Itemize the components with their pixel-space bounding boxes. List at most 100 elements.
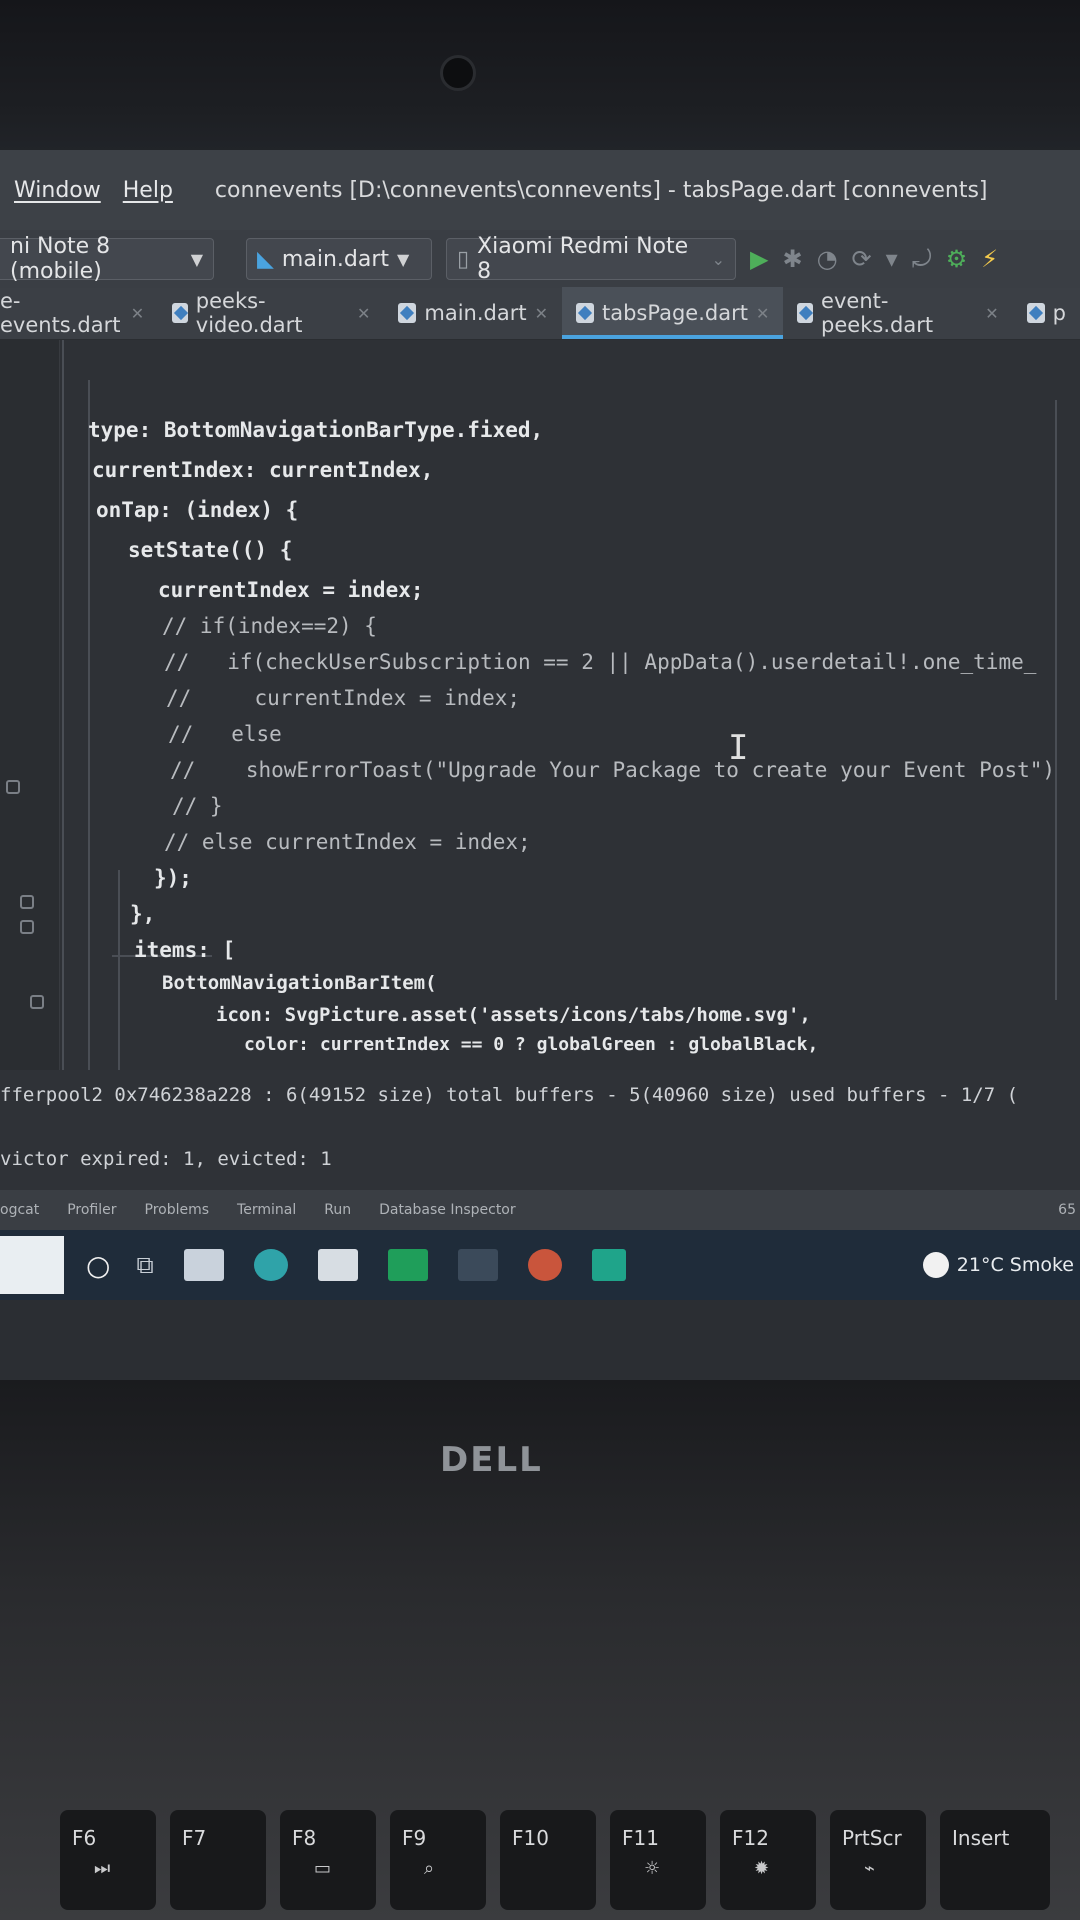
webcam bbox=[440, 55, 476, 91]
fold-icon[interactable] bbox=[20, 920, 34, 934]
close-icon[interactable]: ✕ bbox=[535, 304, 548, 323]
android-studio-icon[interactable] bbox=[457, 1249, 498, 1281]
tool-tab-logcat[interactable]: ogcat bbox=[0, 1202, 39, 1218]
code-line: // currentIndex = index; bbox=[166, 686, 521, 710]
chrome-icon[interactable] bbox=[527, 1249, 562, 1281]
dart-file-icon bbox=[172, 303, 188, 323]
key-f12[interactable]: F12 ✹ bbox=[720, 1810, 816, 1910]
ide-titlebar: Window Help connevents [D:\connevents\co… bbox=[0, 150, 1080, 230]
key-insert[interactable]: Insert bbox=[940, 1810, 1050, 1910]
tool-tab-run[interactable]: Run bbox=[324, 1202, 351, 1218]
code-line: }, bbox=[130, 902, 156, 926]
tab-event-peeks[interactable]: event-peeks.dart ✕ bbox=[783, 287, 1012, 339]
app-s-icon[interactable] bbox=[591, 1249, 626, 1281]
tab-label: tabsPage.dart bbox=[602, 301, 748, 325]
tab-peeks-video[interactable]: peeks-video.dart ✕ bbox=[158, 287, 384, 339]
target-device-combo[interactable]: ▯ Xiaomi Redmi Note 8 ⌄ bbox=[446, 234, 736, 284]
weather-widget[interactable]: 21°C Smoke bbox=[922, 1252, 1080, 1278]
tab-label: e-events.dart bbox=[0, 289, 121, 337]
indent-guide bbox=[118, 870, 120, 1070]
tab-main[interactable]: main.dart ✕ bbox=[384, 287, 562, 339]
key-f7[interactable]: F7 bbox=[170, 1810, 266, 1910]
fold-icon[interactable] bbox=[6, 780, 20, 794]
code-line: color: currentIndex == 0 ? globalGreen :… bbox=[244, 1034, 819, 1055]
bolt-icon[interactable]: ⚡ bbox=[981, 245, 998, 273]
chevron-down-icon: ▼ bbox=[397, 249, 410, 269]
key-label: F8 bbox=[292, 1826, 317, 1850]
code-line: // if(checkUserSubscription == 2 || AppD… bbox=[164, 650, 1037, 674]
debug-icon[interactable]: ✱ bbox=[782, 245, 802, 273]
hot-reload-icon[interactable]: ⤾ bbox=[912, 245, 932, 273]
brightness-down-icon: ☼ bbox=[644, 1858, 661, 1879]
key-label: F11 bbox=[622, 1826, 659, 1850]
fold-icon[interactable] bbox=[30, 995, 44, 1009]
close-icon[interactable]: ✕ bbox=[357, 304, 370, 323]
device-combo[interactable]: ni Note 8 (mobile) ▼ bbox=[0, 234, 214, 284]
tab-label: main.dart bbox=[424, 301, 527, 325]
code-line: // if(index==2) { bbox=[162, 614, 377, 638]
key-label: PrtScr bbox=[842, 1826, 902, 1850]
key-label: F12 bbox=[732, 1826, 769, 1850]
code-line: onTap: (index) { bbox=[96, 498, 299, 522]
menu-window[interactable]: Window bbox=[14, 178, 101, 203]
attach-icon[interactable]: ⟳ bbox=[852, 245, 872, 273]
tab-tabspage[interactable]: tabsPage.dart ✕ bbox=[562, 287, 784, 339]
dell-logo: DELL bbox=[440, 1440, 543, 1480]
tool-tab-database-inspector[interactable]: Database Inspector bbox=[379, 1202, 516, 1218]
code-line: // } bbox=[172, 794, 223, 818]
tab-events[interactable]: e-events.dart ✕ bbox=[0, 287, 158, 339]
dart-file-icon bbox=[398, 303, 417, 323]
tab-partial[interactable]: p bbox=[1013, 287, 1080, 339]
key-f11[interactable]: F11 ☼ bbox=[610, 1810, 706, 1910]
close-icon[interactable]: ✕ bbox=[756, 304, 769, 323]
function-keys-row: F6 ⏭ F7 F8 ▭ F9 ⌕ F10 F11 ☼ F12 ✹ PrtScr ⌁ Ins… bbox=[0, 1810, 1080, 1920]
device-combo-label: ni Note 8 (mobile) bbox=[10, 234, 111, 284]
code-line: // showErrorToast("Upgrade Your Package … bbox=[170, 758, 1056, 782]
store-icon[interactable] bbox=[317, 1249, 358, 1281]
run-config-combo[interactable]: ◣ main.dart ▼ bbox=[246, 238, 432, 280]
more-icon[interactable]: ▾ bbox=[886, 245, 898, 273]
tab-label: p bbox=[1052, 301, 1066, 325]
key-label: Insert bbox=[952, 1826, 1010, 1850]
sheets-icon[interactable] bbox=[387, 1249, 428, 1281]
windows-taskbar: ○ ⧉ 21°C Smoke bbox=[0, 1230, 1080, 1300]
tab-label: peeks-video.dart bbox=[195, 289, 303, 337]
weather-label: 21°C Smoke bbox=[956, 1254, 1074, 1276]
chevron-down-icon: ⌄ bbox=[711, 249, 725, 269]
edge-icon[interactable] bbox=[253, 1249, 288, 1281]
dart-file-icon bbox=[1026, 303, 1045, 323]
phone-icon: ▯ bbox=[457, 246, 470, 272]
run-icon[interactable]: ▶ bbox=[750, 245, 768, 273]
code-line: currentIndex = index; bbox=[158, 578, 424, 602]
tool-tab-terminal[interactable]: Terminal bbox=[237, 1202, 296, 1218]
task-view-icon[interactable]: ⧉ bbox=[136, 1251, 153, 1279]
file-explorer-icon[interactable] bbox=[183, 1249, 224, 1281]
menu-help[interactable]: Help bbox=[123, 178, 173, 203]
tool-window-bar: ogcat Profiler Problems Terminal Run Dat… bbox=[0, 1190, 1080, 1230]
chevron-down-icon: ▼ bbox=[190, 249, 203, 269]
code-line: // else currentIndex = index; bbox=[164, 830, 531, 854]
right-margin-guide bbox=[1055, 400, 1057, 1000]
fold-icon[interactable] bbox=[20, 895, 34, 909]
code-line: type: BottomNavigationBarType.fixed, bbox=[88, 418, 544, 442]
tool-tab-profiler[interactable]: Profiler bbox=[67, 1202, 116, 1218]
key-f8[interactable]: F8 ▭ bbox=[280, 1810, 376, 1910]
close-icon[interactable]: ✕ bbox=[131, 304, 144, 323]
text-cursor-icon: I bbox=[728, 728, 749, 768]
code-editor[interactable]: type: BottomNavigationBarType.fixed, cur… bbox=[0, 340, 1080, 1070]
key-f10[interactable]: F10 bbox=[500, 1810, 596, 1910]
key-prtscr[interactable]: PrtScr ⌁ bbox=[830, 1810, 926, 1910]
close-icon[interactable]: ✕ bbox=[985, 304, 998, 323]
hot-restart-icon[interactable]: ⚙ bbox=[946, 245, 968, 273]
laptop-screen: Window Help connevents [D:\connevents\co… bbox=[0, 150, 1080, 1380]
profile-icon[interactable]: ◔ bbox=[817, 245, 838, 273]
key-f9[interactable]: F9 ⌕ bbox=[390, 1810, 486, 1910]
tool-tab-problems[interactable]: Problems bbox=[145, 1202, 210, 1218]
target-device-label: Xiaomi Redmi Note 8 bbox=[477, 234, 689, 284]
laptop-bezel bbox=[0, 0, 1080, 160]
flutter-icon: ◣ bbox=[257, 246, 274, 272]
search-box[interactable] bbox=[0, 1236, 64, 1294]
cortana-icon[interactable]: ○ bbox=[86, 1249, 110, 1282]
key-f6[interactable]: F6 ⏭ bbox=[60, 1810, 156, 1910]
key-label: F6 bbox=[72, 1826, 97, 1850]
